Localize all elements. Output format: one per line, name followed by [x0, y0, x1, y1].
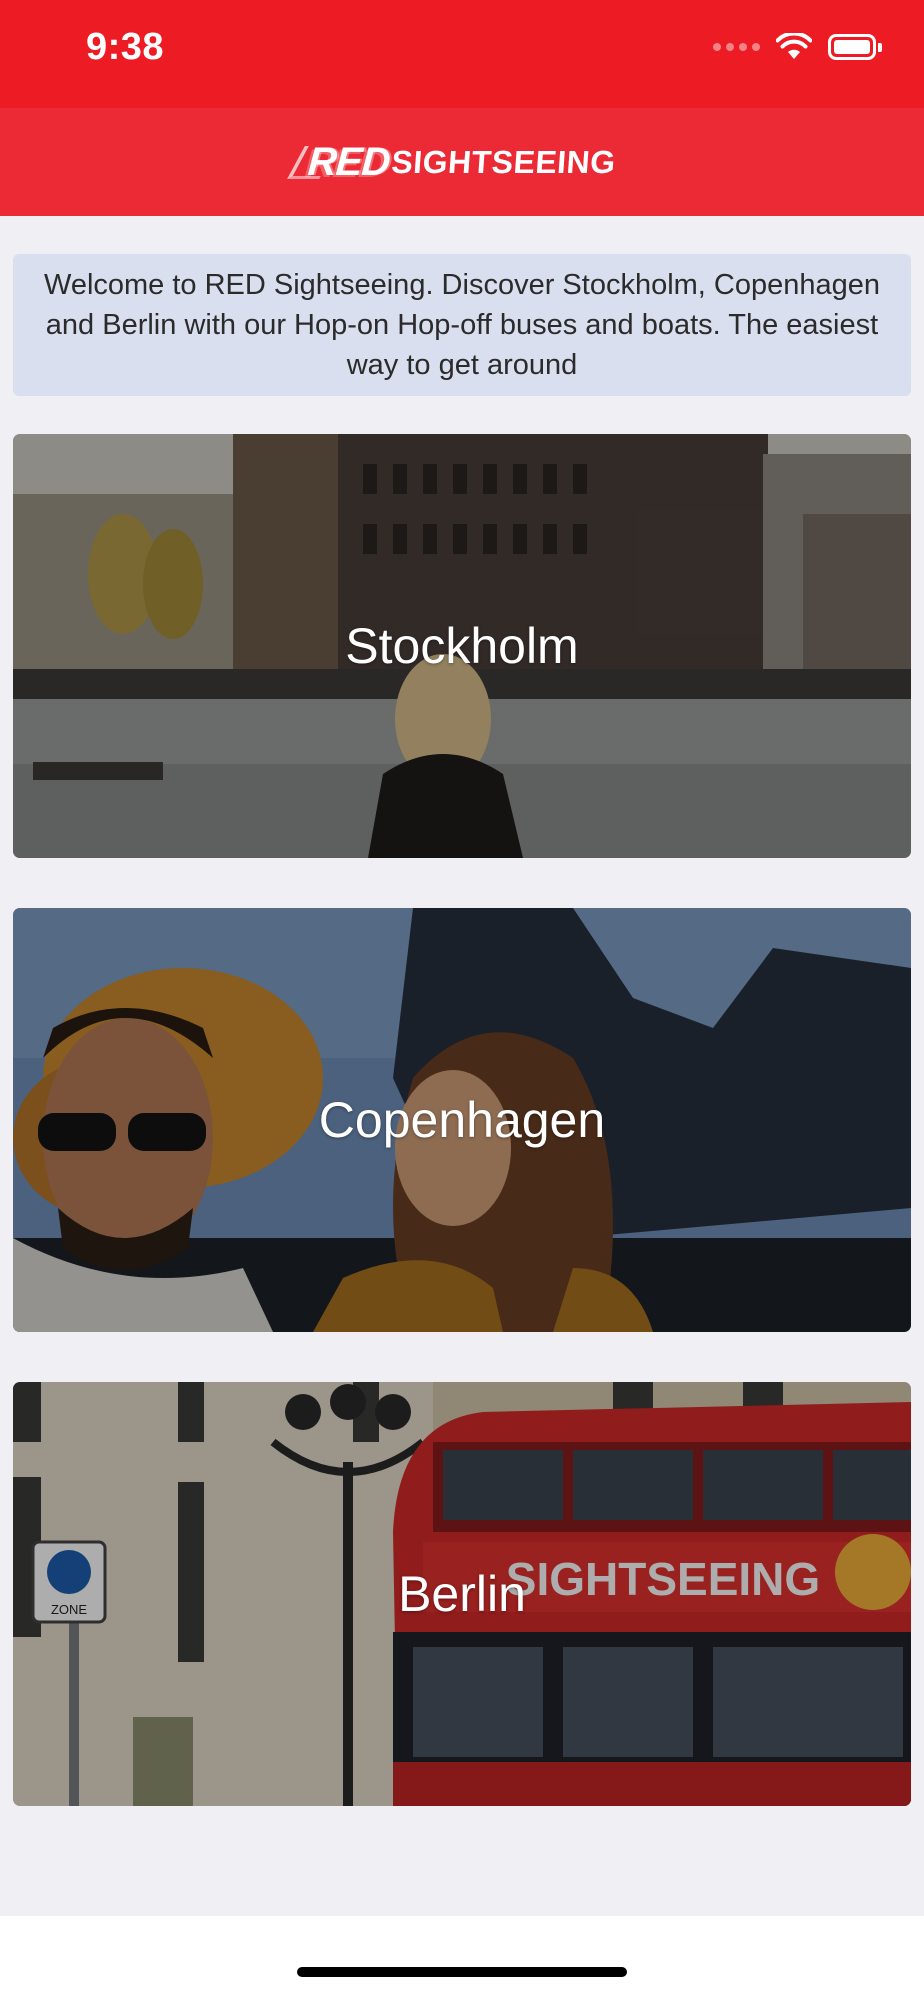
city-card-copenhagen[interactable]: Copenhagen — [13, 908, 911, 1332]
logo-sightseeing-text: SIGHTSEEING — [390, 143, 618, 180]
navigation-bar: RED SIGHTSEEING — [0, 108, 924, 216]
city-card-stockholm[interactable]: Stockholm — [13, 434, 911, 858]
cellular-signal-icon — [713, 43, 760, 51]
logo-red-text: RED — [306, 139, 392, 184]
home-indicator[interactable] — [297, 1967, 627, 1977]
red-sightseeing-logo: RED SIGHTSEEING — [307, 140, 618, 185]
city-card-berlin[interactable]: ZONE SIGHTSEEING Berlin — [13, 1382, 911, 1806]
battery-icon — [828, 34, 882, 60]
status-time: 9:38 — [86, 26, 165, 68]
city-name-berlin: Berlin — [398, 1566, 526, 1622]
welcome-banner: Welcome to RED Sightseeing. Discover Sto… — [13, 254, 911, 396]
city-name-copenhagen: Copenhagen — [318, 1092, 606, 1148]
wifi-icon — [776, 33, 812, 59]
bottom-safe-area — [0, 1916, 924, 2000]
city-name-stockholm: Stockholm — [345, 618, 579, 674]
status-icons — [713, 33, 882, 61]
status-bar: 9:38 — [0, 0, 924, 108]
